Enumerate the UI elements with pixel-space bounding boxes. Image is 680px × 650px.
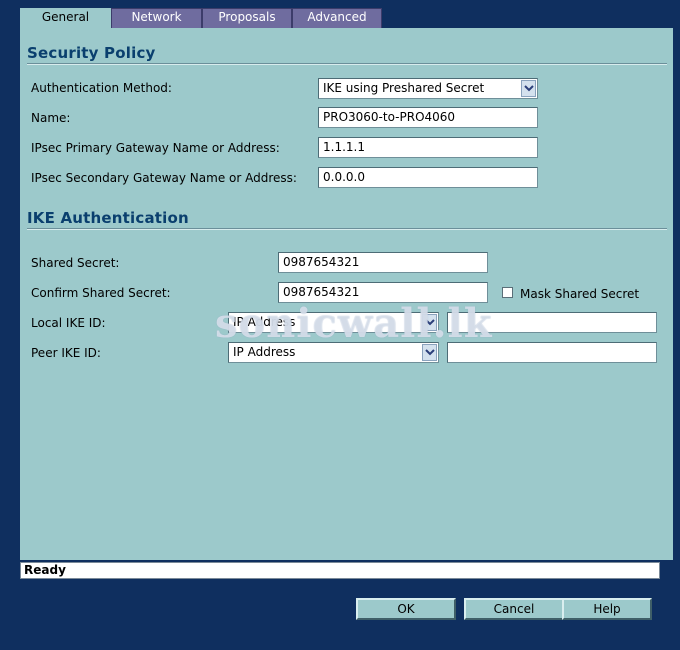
tab-network[interactable]: Network [111, 8, 202, 29]
local-ike-label: Local IKE ID: [31, 316, 106, 330]
shared-secret-label: Shared Secret: [31, 256, 120, 270]
ok-button[interactable]: OK [356, 598, 456, 620]
help-button[interactable]: Help [562, 598, 652, 620]
secondary-gateway-label: IPsec Secondary Gateway Name or Address: [31, 171, 297, 185]
local-ike-type-value: IP Address [233, 315, 296, 329]
local-ike-type-select[interactable]: IP Address [228, 312, 439, 333]
peer-ike-type-select[interactable]: IP Address [228, 342, 439, 363]
secondary-gateway-input[interactable]: 0.0.0.0 [318, 167, 538, 188]
cancel-button[interactable]: Cancel [464, 598, 564, 620]
mask-secret-label: Mask Shared Secret [520, 287, 640, 301]
chevron-down-icon[interactable] [521, 80, 536, 97]
general-panel: Security Policy Authentication Method: I… [20, 28, 673, 560]
local-ike-input[interactable] [447, 312, 657, 333]
tab-proposals[interactable]: Proposals [202, 8, 292, 29]
confirm-secret-label: Confirm Shared Secret: [31, 286, 171, 300]
ike-authentication-heading: IKE Authentication [27, 209, 189, 227]
security-policy-heading: Security Policy [27, 44, 156, 62]
section-divider [27, 228, 667, 230]
chevron-down-icon[interactable] [422, 314, 437, 331]
primary-gateway-input[interactable]: 1.1.1.1 [318, 137, 538, 158]
status-bar: Ready [20, 562, 660, 579]
auth-method-label: Authentication Method: [31, 81, 172, 95]
confirm-secret-input[interactable]: 0987654321 [278, 282, 488, 303]
chevron-down-icon[interactable] [422, 344, 437, 361]
mask-secret-checkbox[interactable] [502, 287, 513, 298]
name-label: Name: [31, 111, 71, 125]
tab-advanced[interactable]: Advanced [292, 8, 382, 29]
primary-gateway-label: IPsec Primary Gateway Name or Address: [31, 141, 280, 155]
peer-ike-type-value: IP Address [233, 345, 296, 359]
auth-method-select[interactable]: IKE using Preshared Secret [318, 78, 538, 99]
peer-ike-input[interactable] [447, 342, 657, 363]
name-input[interactable]: PRO3060-to-PRO4060 [318, 107, 538, 128]
tab-general[interactable]: General [20, 8, 111, 31]
auth-method-value: IKE using Preshared Secret [323, 81, 485, 95]
shared-secret-input[interactable]: 0987654321 [278, 252, 488, 273]
peer-ike-label: Peer IKE ID: [31, 346, 101, 360]
section-divider [27, 63, 667, 65]
